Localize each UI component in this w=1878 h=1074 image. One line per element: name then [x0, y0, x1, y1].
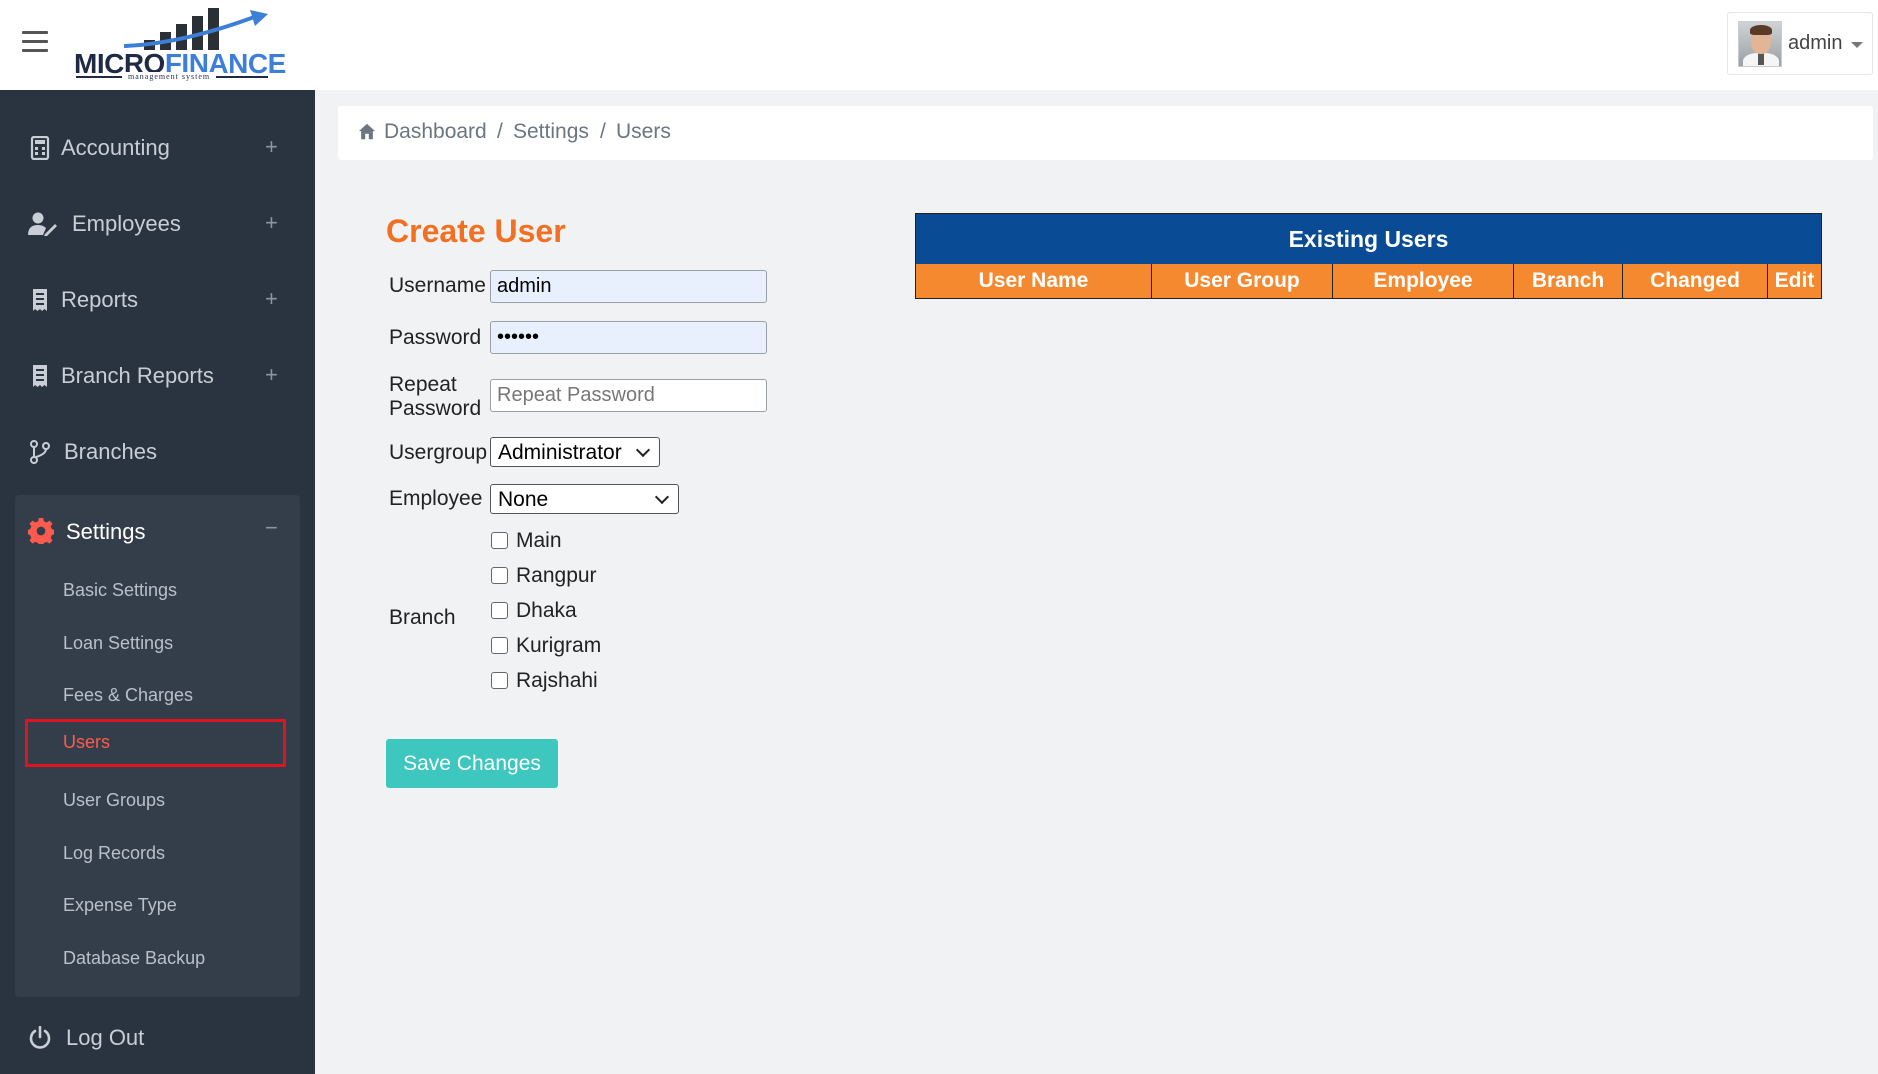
sidebar: Accounting + Employees + Reports + Branc… [0, 90, 315, 1074]
sidebar-item-label: Reports [61, 287, 139, 312]
hamburger-menu-icon[interactable] [22, 31, 48, 53]
breadcrumb-separator: / [600, 120, 606, 143]
checkbox[interactable] [491, 532, 508, 549]
usergroup-select[interactable]: Administrator [490, 437, 660, 467]
sidebar-item-accounting[interactable]: Accounting + [0, 118, 315, 178]
sidebar-subitem-label: Fees & Charges [63, 685, 194, 705]
logo-chart-icon [123, 8, 268, 50]
breadcrumb-settings[interactable]: Settings [513, 120, 589, 144]
employee-selected-value: None [498, 488, 549, 511]
branch-icon [30, 440, 50, 464]
sidebar-subitem-label: Basic Settings [63, 580, 178, 600]
branch-label: Branch [389, 606, 456, 629]
user-name: admin [1788, 32, 1843, 54]
sidebar-item-label: Accounting [61, 135, 170, 160]
sidebar-item-label: Employees [72, 211, 181, 236]
checkbox[interactable] [491, 637, 508, 654]
checkbox-label: Rangpur [516, 564, 597, 587]
expand-plus-icon: + [265, 134, 278, 159]
checkbox[interactable] [491, 672, 508, 689]
user-menu-dropdown[interactable]: admin [1727, 12, 1873, 75]
chevron-down-icon [635, 442, 651, 458]
home-icon [358, 123, 376, 140]
column-header-changed[interactable]: Changed [1623, 264, 1768, 298]
calculator-icon [30, 136, 50, 160]
column-header-employee[interactable]: Employee [1333, 264, 1514, 298]
logo-tagline: management system [122, 72, 217, 81]
checkbox-label: Rajshahi [516, 669, 598, 692]
receipt-icon [33, 365, 47, 387]
sidebar-subitem-database-backup[interactable]: Database Backup [25, 935, 286, 983]
sidebar-item-employees[interactable]: Employees + [0, 194, 315, 254]
sidebar-subitem-label: Users [63, 732, 111, 752]
sidebar-subitem-label: User Groups [63, 790, 166, 810]
breadcrumb-users: Users [616, 120, 671, 143]
expand-plus-icon: + [265, 210, 278, 235]
top-header: MICROFINANCE management system admin [0, 0, 1878, 90]
sidebar-subitem-label: Database Backup [63, 948, 206, 968]
password-input[interactable] [490, 321, 767, 354]
sidebar-subitem-label: Expense Type [63, 895, 177, 915]
checkbox-label: Dhaka [516, 599, 577, 622]
column-header-branch[interactable]: Branch [1514, 264, 1623, 298]
sidebar-item-label: Log Out [66, 1025, 145, 1050]
employee-select[interactable]: None [490, 484, 679, 514]
sidebar-subitem-expense-type[interactable]: Expense Type [25, 882, 286, 930]
settings-group: Settings − Basic Settings Loan Settings … [15, 495, 300, 997]
caret-down-icon [1851, 42, 1863, 48]
checkbox[interactable] [491, 567, 508, 584]
sidebar-item-settings[interactable]: Settings − [15, 495, 300, 565]
sidebar-subitem-fees-charges[interactable]: Fees & Charges [25, 672, 286, 720]
sidebar-subitem-label: Loan Settings [63, 633, 174, 653]
save-changes-button[interactable]: Save Changes [386, 739, 558, 788]
usergroup-label: Usergroup [389, 441, 488, 464]
expand-plus-icon: + [265, 286, 278, 311]
sidebar-subitem-users[interactable]: Users [25, 719, 286, 767]
sidebar-subitem-label: Log Records [63, 843, 166, 863]
column-header-edit[interactable]: Edit [1768, 264, 1821, 298]
repeat-password-label-line1: Repeat [389, 373, 457, 396]
form-title: Create User [386, 213, 566, 249]
sidebar-item-label: Branch Reports [61, 363, 214, 388]
chevron-down-icon [654, 489, 670, 505]
sidebar-item-branches[interactable]: Branches [0, 422, 315, 482]
checkbox[interactable] [491, 602, 508, 619]
existing-users-table: Existing Users User Name User Group Empl… [915, 213, 1822, 299]
breadcrumb-separator: / [497, 120, 503, 143]
repeat-password-label-line2: Password [389, 397, 482, 420]
avatar [1738, 21, 1782, 67]
repeat-password-input[interactable] [490, 379, 767, 412]
sidebar-subitem-basic-settings[interactable]: Basic Settings [25, 567, 286, 615]
user-edit-icon [28, 212, 57, 236]
expand-plus-icon: + [265, 362, 278, 387]
table-header-row: User Name User Group Employee Branch Cha… [916, 264, 1821, 298]
usergroup-selected-value: Administrator [498, 441, 622, 464]
sidebar-item-logout[interactable]: Log Out [0, 1008, 315, 1068]
receipt-icon [33, 289, 47, 311]
sidebar-item-label: Branches [64, 439, 157, 464]
username-input[interactable] [490, 270, 767, 303]
sidebar-subitem-log-records[interactable]: Log Records [25, 830, 286, 878]
sidebar-item-reports[interactable]: Reports + [0, 270, 315, 330]
username-label: Username [389, 274, 486, 297]
checkbox-label: Kurigram [516, 634, 602, 657]
breadcrumb: Dashboard / Settings / Users [338, 106, 1873, 160]
sidebar-item-branch-reports[interactable]: Branch Reports + [0, 346, 315, 406]
collapse-minus-icon: − [265, 515, 278, 540]
sidebar-item-label: Settings [66, 519, 146, 544]
breadcrumb-dashboard[interactable]: Dashboard [384, 120, 487, 144]
checkbox-label: Main [516, 529, 562, 552]
sidebar-subitem-user-groups[interactable]: User Groups [25, 777, 286, 825]
sidebar-subitem-loan-settings[interactable]: Loan Settings [25, 620, 286, 668]
app-logo[interactable]: MICROFINANCE management system [74, 4, 286, 82]
column-header-user-group[interactable]: User Group [1152, 264, 1333, 298]
employee-label: Employee [389, 487, 483, 510]
password-label: Password [389, 326, 482, 349]
power-icon [29, 1026, 51, 1049]
table-title: Existing Users [916, 214, 1821, 264]
gear-icon [28, 518, 54, 544]
column-header-user-name[interactable]: User Name [916, 264, 1152, 298]
